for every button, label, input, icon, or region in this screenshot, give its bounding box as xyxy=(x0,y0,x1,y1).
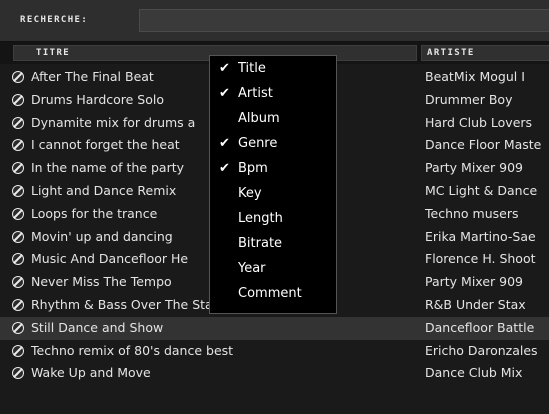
track-title: Rhythm & Bass Over The Stage xyxy=(31,296,229,312)
menu-item-label: Key xyxy=(238,186,262,201)
track-title: In the name of the party xyxy=(31,160,185,176)
checkmark-icon: ✔ xyxy=(219,86,230,101)
track-title: After The Final Beat xyxy=(31,69,154,84)
menu-item-comment[interactable]: Comment xyxy=(210,281,336,306)
menu-item-bitrate[interactable]: Bitrate xyxy=(210,231,336,256)
vinyl-disc-icon xyxy=(12,207,24,220)
track-artist: Techno musers xyxy=(425,205,519,221)
menu-item-label: Year xyxy=(238,261,266,276)
vinyl-disc-icon xyxy=(12,93,24,106)
vinyl-disc-icon xyxy=(12,367,24,380)
vinyl-disc-icon xyxy=(12,298,24,311)
track-title: Drums Hardcore Solo xyxy=(31,91,165,107)
menu-item-label: Length xyxy=(238,211,283,226)
menu-item-title[interactable]: ✔ Title xyxy=(210,56,336,81)
track-title: Movin' up and dancing xyxy=(31,228,173,244)
column-header-artist[interactable]: ARTISTE xyxy=(421,45,549,61)
track-artist: Drummer Boy xyxy=(425,91,513,107)
vinyl-disc-icon xyxy=(12,230,24,243)
track-title: Wake Up and Move xyxy=(31,365,151,381)
track-artist: MC Light & Dance xyxy=(425,182,538,198)
menu-item-artist[interactable]: ✔ Artist xyxy=(210,81,336,106)
search-input[interactable] xyxy=(139,9,549,32)
menu-item-key[interactable]: Key xyxy=(210,181,336,206)
track-title: Dynamite mix for drums a xyxy=(31,114,196,130)
track-artist: Party Mixer 909 xyxy=(425,160,523,176)
menu-item-bpm[interactable]: ✔ Bpm xyxy=(210,156,336,181)
checkmark-icon: ✔ xyxy=(219,136,230,151)
track-artist: Dance Floor Maste xyxy=(425,137,542,153)
track-artist: Erika Martino-Sae xyxy=(425,228,536,244)
menu-item-label: Album xyxy=(238,111,280,126)
column-chooser-menu: ✔ Title ✔ Artist Album ✔ Genre ✔ Bpm Key Length Bit… xyxy=(209,55,337,314)
menu-item-album[interactable]: Album xyxy=(210,106,336,131)
vinyl-disc-icon xyxy=(12,321,24,334)
track-title: Never Miss The Tempo xyxy=(31,274,172,290)
menu-item-label: Bitrate xyxy=(238,236,283,251)
track-artist: Dance Club Mix xyxy=(425,365,523,381)
menu-item-label: Genre xyxy=(238,136,278,151)
vinyl-disc-icon xyxy=(12,71,24,83)
track-artist: R&B Under Stax xyxy=(425,296,526,312)
vinyl-disc-icon xyxy=(12,162,24,175)
track-artist: Dancefloor Battle xyxy=(425,319,535,335)
track-artist: Hard Club Lovers xyxy=(425,114,533,130)
search-label: RECHERCHE: xyxy=(20,15,89,25)
menu-item-label: Title xyxy=(238,61,266,76)
menu-item-label: Artist xyxy=(238,86,273,101)
track-title: Music And Dancefloor He xyxy=(31,251,189,267)
vinyl-disc-icon xyxy=(12,116,24,129)
track-artist: Ericho Daronzales xyxy=(425,342,538,358)
checkmark-icon: ✔ xyxy=(219,161,230,176)
search-bar: RECHERCHE: xyxy=(0,0,549,42)
track-artist: Florence H. Shoot xyxy=(425,251,536,267)
table-row[interactable]: Still Dance and Show Dancefloor Battle xyxy=(0,316,549,340)
menu-item-label: Bpm xyxy=(238,161,268,176)
track-artist: BeatMix Mogul I xyxy=(425,69,525,84)
menu-item-genre[interactable]: ✔ Genre xyxy=(210,131,336,156)
table-row[interactable]: Techno remix of 80's dance best Ericho Da… xyxy=(0,340,549,363)
track-title: Light and Dance Remix xyxy=(31,182,177,198)
track-title: I cannot forget the heat xyxy=(31,137,180,153)
menu-item-year[interactable]: Year xyxy=(210,256,336,281)
track-artist: Party Mixer 909 xyxy=(425,274,523,290)
track-title: Techno remix of 80's dance best xyxy=(31,342,234,358)
vinyl-disc-icon xyxy=(12,184,24,197)
vinyl-disc-icon xyxy=(12,139,24,152)
table-row[interactable]: Wake Up and Move Dance Club Mix xyxy=(0,362,549,385)
vinyl-disc-icon xyxy=(12,344,24,357)
track-title: Still Dance and Show xyxy=(31,319,164,335)
menu-item-length[interactable]: Length xyxy=(210,206,336,231)
vinyl-disc-icon xyxy=(12,253,24,266)
vinyl-disc-icon xyxy=(12,276,24,289)
menu-item-label: Comment xyxy=(238,286,302,301)
track-title: Loops for the trance xyxy=(31,205,158,221)
checkmark-icon: ✔ xyxy=(219,61,230,76)
